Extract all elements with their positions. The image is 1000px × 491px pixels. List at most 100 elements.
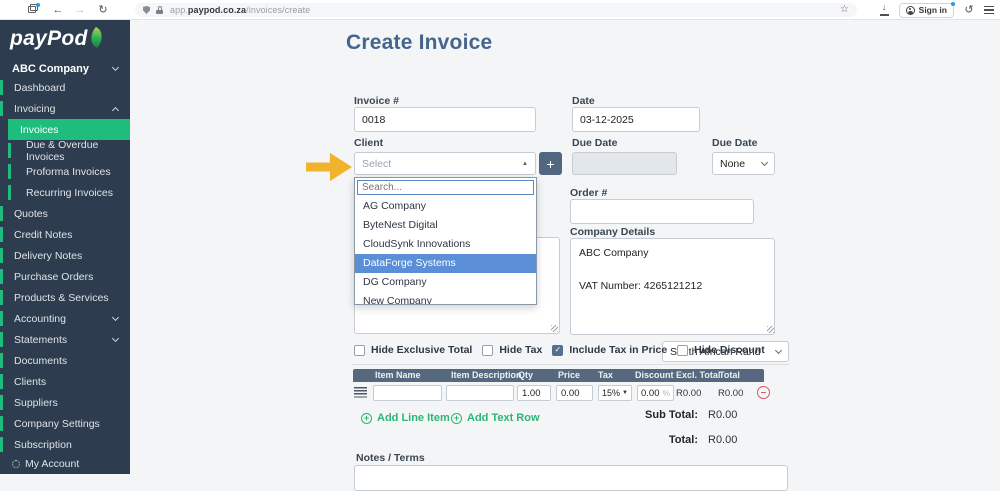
browser-chrome: ← → ↻ app.paypod.co.za/invoices/create ☆…	[0, 0, 1000, 20]
company-selector-label: ABC Company	[12, 63, 90, 75]
bookmark-star-icon[interactable]: ☆	[840, 3, 849, 17]
item-description-input[interactable]	[446, 385, 514, 401]
sidebar-item-dashboard[interactable]: Dashboard	[0, 77, 130, 98]
row-drag-handle-icon[interactable]	[354, 387, 367, 398]
sidebar-item-my-account[interactable]: My Account	[0, 454, 130, 474]
client-option[interactable]: DG Company	[355, 273, 536, 292]
sidebar-item-products-services[interactable]: Products & Services	[0, 287, 130, 308]
client-option[interactable]: CloudSynk Innovations	[355, 235, 536, 254]
hide-exclusive-total-label: Hide Exclusive Total	[371, 344, 473, 356]
sidebar-item-invoicing[interactable]: Invoicing	[0, 98, 130, 119]
sub-total-value: R0.00	[708, 409, 738, 421]
downloads-icon[interactable]: ↓	[879, 2, 890, 16]
item-name-input[interactable]	[373, 385, 442, 401]
restore-session-icon[interactable]: ↺	[963, 0, 975, 20]
tab-overview-icon[interactable]	[28, 3, 40, 14]
invoice-options-row: Hide Exclusive Total Hide Tax ✓ Include …	[354, 342, 769, 358]
add-client-button[interactable]: +	[539, 152, 562, 175]
sidebar-item-clients[interactable]: Clients	[0, 371, 130, 392]
reload-icon[interactable]: ↻	[95, 0, 111, 20]
col-excl-total: Excl. Total	[676, 370, 721, 380]
menu-icon[interactable]	[984, 6, 994, 14]
sidebar-item-purchase-orders[interactable]: Purchase Orders	[0, 266, 130, 287]
percent-unit: %	[662, 388, 670, 398]
hide-tax-checkbox[interactable]	[482, 344, 494, 356]
add-line-item-button[interactable]: + Add Line Item	[361, 412, 450, 424]
resize-grip-icon[interactable]	[551, 325, 558, 332]
lock-icon[interactable]	[156, 6, 163, 14]
date-input[interactable]	[572, 107, 700, 132]
row-total: R0.00	[718, 388, 744, 399]
add-text-row-button[interactable]: + Add Text Row	[451, 412, 540, 424]
discount-field: %	[637, 385, 674, 401]
col-tax: Tax	[598, 370, 613, 380]
client-option[interactable]: ByteNest Digital	[355, 216, 536, 235]
forward-icon[interactable]: →	[72, 0, 88, 20]
sidebar: payPod ABC Company Dashboard Invoicing I…	[0, 20, 130, 474]
section-divider	[352, 364, 789, 365]
sign-in-button[interactable]: Sign in	[898, 1, 955, 18]
discount-input[interactable]	[641, 387, 661, 399]
hide-discount-label: Hide Discount	[694, 344, 765, 356]
client-search-input[interactable]	[357, 180, 534, 195]
due-date-label: Due Date	[572, 137, 618, 149]
hide-tax-label: Hide Tax	[499, 344, 543, 356]
sidebar-item-recurring-invoices[interactable]: Recurring Invoices	[0, 182, 130, 203]
company-details-textarea[interactable]: ABC Company VAT Number: 4265121212	[570, 238, 775, 335]
qty-input[interactable]	[517, 385, 551, 401]
sidebar-item-statements[interactable]: Statements	[0, 329, 130, 350]
sidebar-nav: Dashboard Invoicing Invoices Due & Overd…	[0, 77, 130, 455]
notes-terms-input[interactable]	[354, 465, 788, 491]
order-number-input[interactable]	[570, 199, 754, 224]
sub-total-label: Sub Total:	[645, 409, 698, 421]
sidebar-item-proforma-invoices[interactable]: Proforma Invoices	[0, 161, 130, 182]
remove-row-button[interactable]	[757, 386, 770, 399]
url-text: app.paypod.co.za/invoices/create	[170, 5, 311, 15]
sign-in-label: Sign in	[918, 5, 947, 15]
invoice-number-label: Invoice #	[354, 95, 399, 107]
caret-up-icon: ▲	[522, 160, 528, 167]
sidebar-item-subscription[interactable]: Subscription	[0, 434, 130, 455]
app-logo[interactable]: payPod	[0, 20, 130, 58]
hide-exclusive-total-checkbox[interactable]	[354, 344, 365, 356]
col-item-name: Item Name	[375, 370, 421, 380]
tax-select[interactable]: 15% ▼	[598, 385, 632, 401]
due-date-preset-select[interactable]: None	[712, 152, 775, 175]
caret-down-icon: ▼	[622, 390, 628, 396]
sidebar-item-accounting[interactable]: Accounting	[0, 308, 130, 329]
client-option-highlighted[interactable]: DataForge Systems	[355, 254, 536, 273]
row-excl-total: R0.00	[676, 388, 702, 399]
price-input[interactable]	[556, 385, 593, 401]
sidebar-item-invoices[interactable]: Invoices	[8, 119, 130, 140]
address-bar[interactable]: app.paypod.co.za/invoices/create ☆	[135, 3, 857, 17]
date-label: Date	[572, 95, 595, 107]
sidebar-item-documents[interactable]: Documents	[0, 350, 130, 371]
shield-icon[interactable]	[143, 6, 150, 14]
invoice-number-input[interactable]	[354, 107, 536, 132]
due-date-preset-label: Due Date	[712, 137, 758, 149]
sidebar-item-quotes[interactable]: Quotes	[0, 203, 130, 224]
total-label: Total:	[668, 434, 698, 446]
hide-discount-checkbox[interactable]	[677, 344, 689, 356]
client-select[interactable]: Select ▲	[354, 152, 536, 175]
col-discount: Discount	[635, 370, 674, 380]
back-icon[interactable]: ←	[50, 0, 66, 20]
notification-dot	[950, 1, 955, 6]
sidebar-item-due-overdue-invoices[interactable]: Due & Overdue Invoices	[0, 139, 130, 163]
sidebar-item-suppliers[interactable]: Suppliers	[0, 392, 130, 413]
chevron-down-icon	[760, 158, 769, 167]
plus-circle-icon: +	[361, 412, 372, 424]
col-qty: Qty	[518, 370, 534, 380]
col-total: Total	[719, 370, 740, 380]
account-icon	[905, 5, 915, 15]
sidebar-item-company-settings[interactable]: Company Settings	[0, 413, 130, 434]
resize-grip-icon[interactable]	[767, 326, 774, 333]
total-line: Total: R0.00	[530, 434, 760, 446]
sidebar-item-delivery-notes[interactable]: Delivery Notes	[0, 245, 130, 266]
include-tax-in-price-checkbox[interactable]: ✓	[552, 344, 564, 356]
sidebar-item-credit-notes[interactable]: Credit Notes	[0, 224, 130, 245]
due-date-preset-value: None	[720, 157, 746, 170]
tax-value: 15%	[602, 388, 621, 398]
client-option[interactable]: New Company	[355, 292, 536, 304]
client-option[interactable]: AG Company	[355, 197, 536, 216]
